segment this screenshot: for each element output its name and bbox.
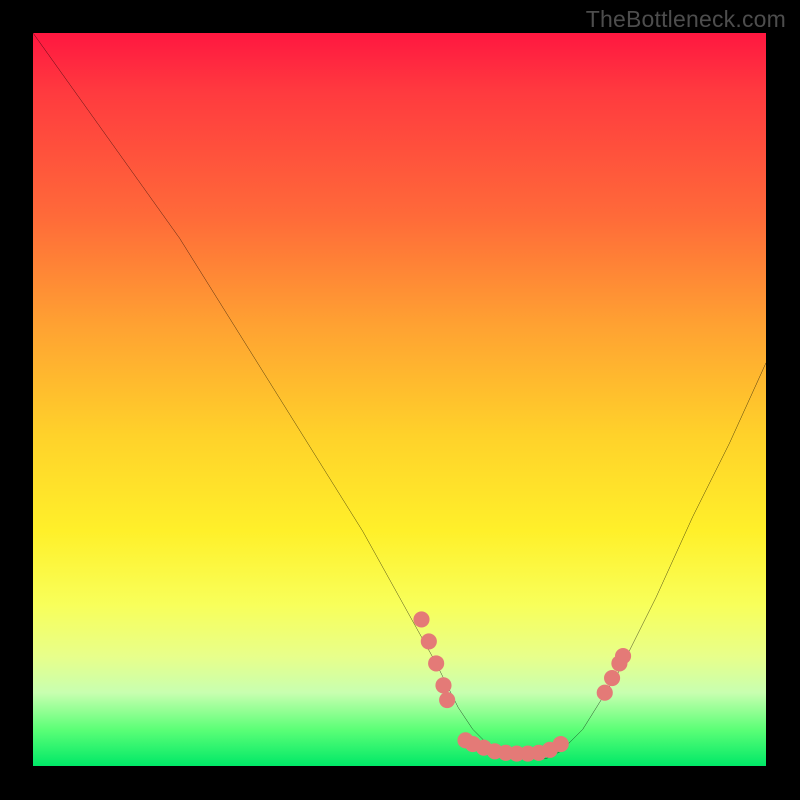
marker-dot	[615, 648, 631, 664]
bottleneck-curve	[33, 33, 766, 759]
marker-dot	[604, 670, 620, 686]
watermark-text: TheBottleneck.com	[586, 6, 786, 33]
chart-frame: TheBottleneck.com	[0, 0, 800, 800]
marker-dot	[413, 611, 429, 627]
marker-dot	[553, 736, 569, 752]
marker-dot	[597, 685, 613, 701]
chart-svg	[33, 33, 766, 766]
marker-dots	[413, 611, 631, 761]
marker-dot	[439, 692, 455, 708]
marker-dot	[428, 655, 444, 671]
plot-area	[33, 33, 766, 766]
marker-dot	[435, 677, 451, 693]
marker-dot	[421, 633, 437, 649]
